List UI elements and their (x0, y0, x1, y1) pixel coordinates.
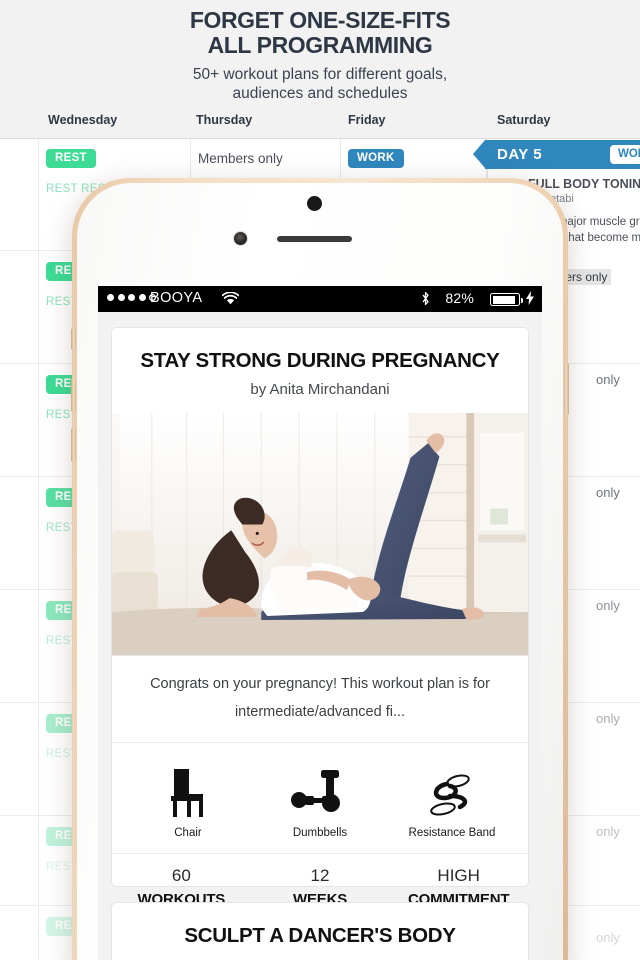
equipment-label: Dumbbells (292, 826, 348, 839)
hero-header: FORGET ONE-SIZE-FITS ALL PROGRAMMING 50+… (0, 0, 640, 105)
workout-card-description: Congrats on your pregnancy! This workout… (150, 676, 490, 720)
page-subtitle-line2: audiences and schedules (232, 85, 408, 102)
battery-icon (490, 293, 523, 306)
workout-plan-card-secondary[interactable]: SCULPT A DANCER'S BODY (111, 902, 529, 960)
calendar-members-only-fragment: only (596, 711, 620, 726)
ringer-switch[interactable] (71, 328, 76, 350)
page-title-line2: ALL PROGRAMMING (207, 32, 433, 58)
calendar-rest-badge[interactable]: REST (46, 149, 96, 168)
equipment-label: Resistance Band (408, 826, 496, 839)
app-content[interactable]: STAY STRONG DURING PREGNANCY by Anita Mi… (98, 312, 542, 960)
battery-percent-label: 82% (445, 290, 474, 306)
workout-plan-card[interactable]: STAY STRONG DURING PREGNANCY by Anita Mi… (111, 327, 529, 908)
calendar-day-header-thursday: Thursday (196, 113, 253, 127)
page-title: FORGET ONE-SIZE-FITS ALL PROGRAMMING (0, 0, 640, 58)
bluetooth-icon (421, 291, 430, 311)
power-button[interactable] (564, 363, 569, 415)
workout-card-title: SCULPT A DANCER'S BODY (184, 924, 456, 947)
stat-value: 12 (310, 866, 330, 885)
wifi-icon (221, 291, 240, 310)
calendar-members-only-fragment: only (596, 372, 620, 387)
equipment-list: Chair Dumbbells Resistance Band (112, 743, 528, 853)
proximity-sensor-icon (234, 232, 247, 245)
dumbbells-icon (291, 769, 340, 812)
page-subtitle-line1: 50+ workout plans for different goals, (192, 66, 448, 83)
calendar-members-only-fragment: only (596, 485, 620, 500)
calendar-members-only-fragment: only (596, 598, 620, 613)
phone-mockup: BOOYA 82% STAY STRONG DURING PREGNANCY b… (71, 178, 569, 960)
workout-card-photo (112, 413, 528, 656)
calendar-grid-line (38, 138, 39, 960)
phone-screen: BOOYA 82% STAY STRONG DURING PREGNANCY b… (98, 286, 542, 960)
calendar-members-only-fragment: only (596, 824, 620, 839)
calendar-grid-line (0, 138, 640, 139)
resistance-band-icon (430, 773, 470, 815)
equipment-item-resistance-band: Resistance Band (408, 773, 496, 840)
equipment-item-chair: Chair (144, 766, 232, 840)
front-camera-icon (307, 196, 322, 211)
chair-icon (171, 768, 203, 817)
calendar-members-only-fragment: only (596, 930, 620, 945)
page-title-line1: FORGET ONE-SIZE-FITS (189, 7, 451, 33)
page-subtitle: 50+ workout plans for different goals, a… (0, 65, 640, 103)
equipment-item-dumbbells: Dumbbells (276, 766, 364, 840)
volume-up-button[interactable] (71, 378, 76, 412)
stat-value: HIGH (437, 866, 480, 885)
calendar-work-pill[interactable]: WORK (610, 145, 640, 164)
calendar-members-only-text: Members only (198, 151, 283, 166)
volume-down-button[interactable] (71, 428, 76, 462)
calendar-day-header-row: Wednesday Thursday Friday Saturday (0, 105, 640, 138)
status-bar: BOOYA 82% (98, 286, 542, 312)
calendar-day-header-saturday: Saturday (497, 113, 551, 127)
calendar-day-header-friday: Friday (348, 113, 386, 127)
stat-value: 60 (171, 866, 191, 885)
calendar-day-header-wednesday: Wednesday (48, 113, 118, 127)
carrier-label: BOOYA (150, 290, 203, 306)
banner-notch-icon (473, 140, 485, 168)
workout-card-author: by Anita Mirchandani (250, 381, 390, 398)
signal-strength-icon (107, 294, 156, 301)
day-5-banner-label: DAY 5 (497, 146, 543, 163)
charging-bolt-icon (526, 291, 534, 308)
equipment-label: Chair (174, 826, 202, 839)
workout-card-title: STAY STRONG DURING PREGNANCY (140, 349, 500, 372)
earpiece-speaker-icon (277, 236, 352, 242)
calendar-work-badge[interactable]: WORK (348, 149, 404, 168)
